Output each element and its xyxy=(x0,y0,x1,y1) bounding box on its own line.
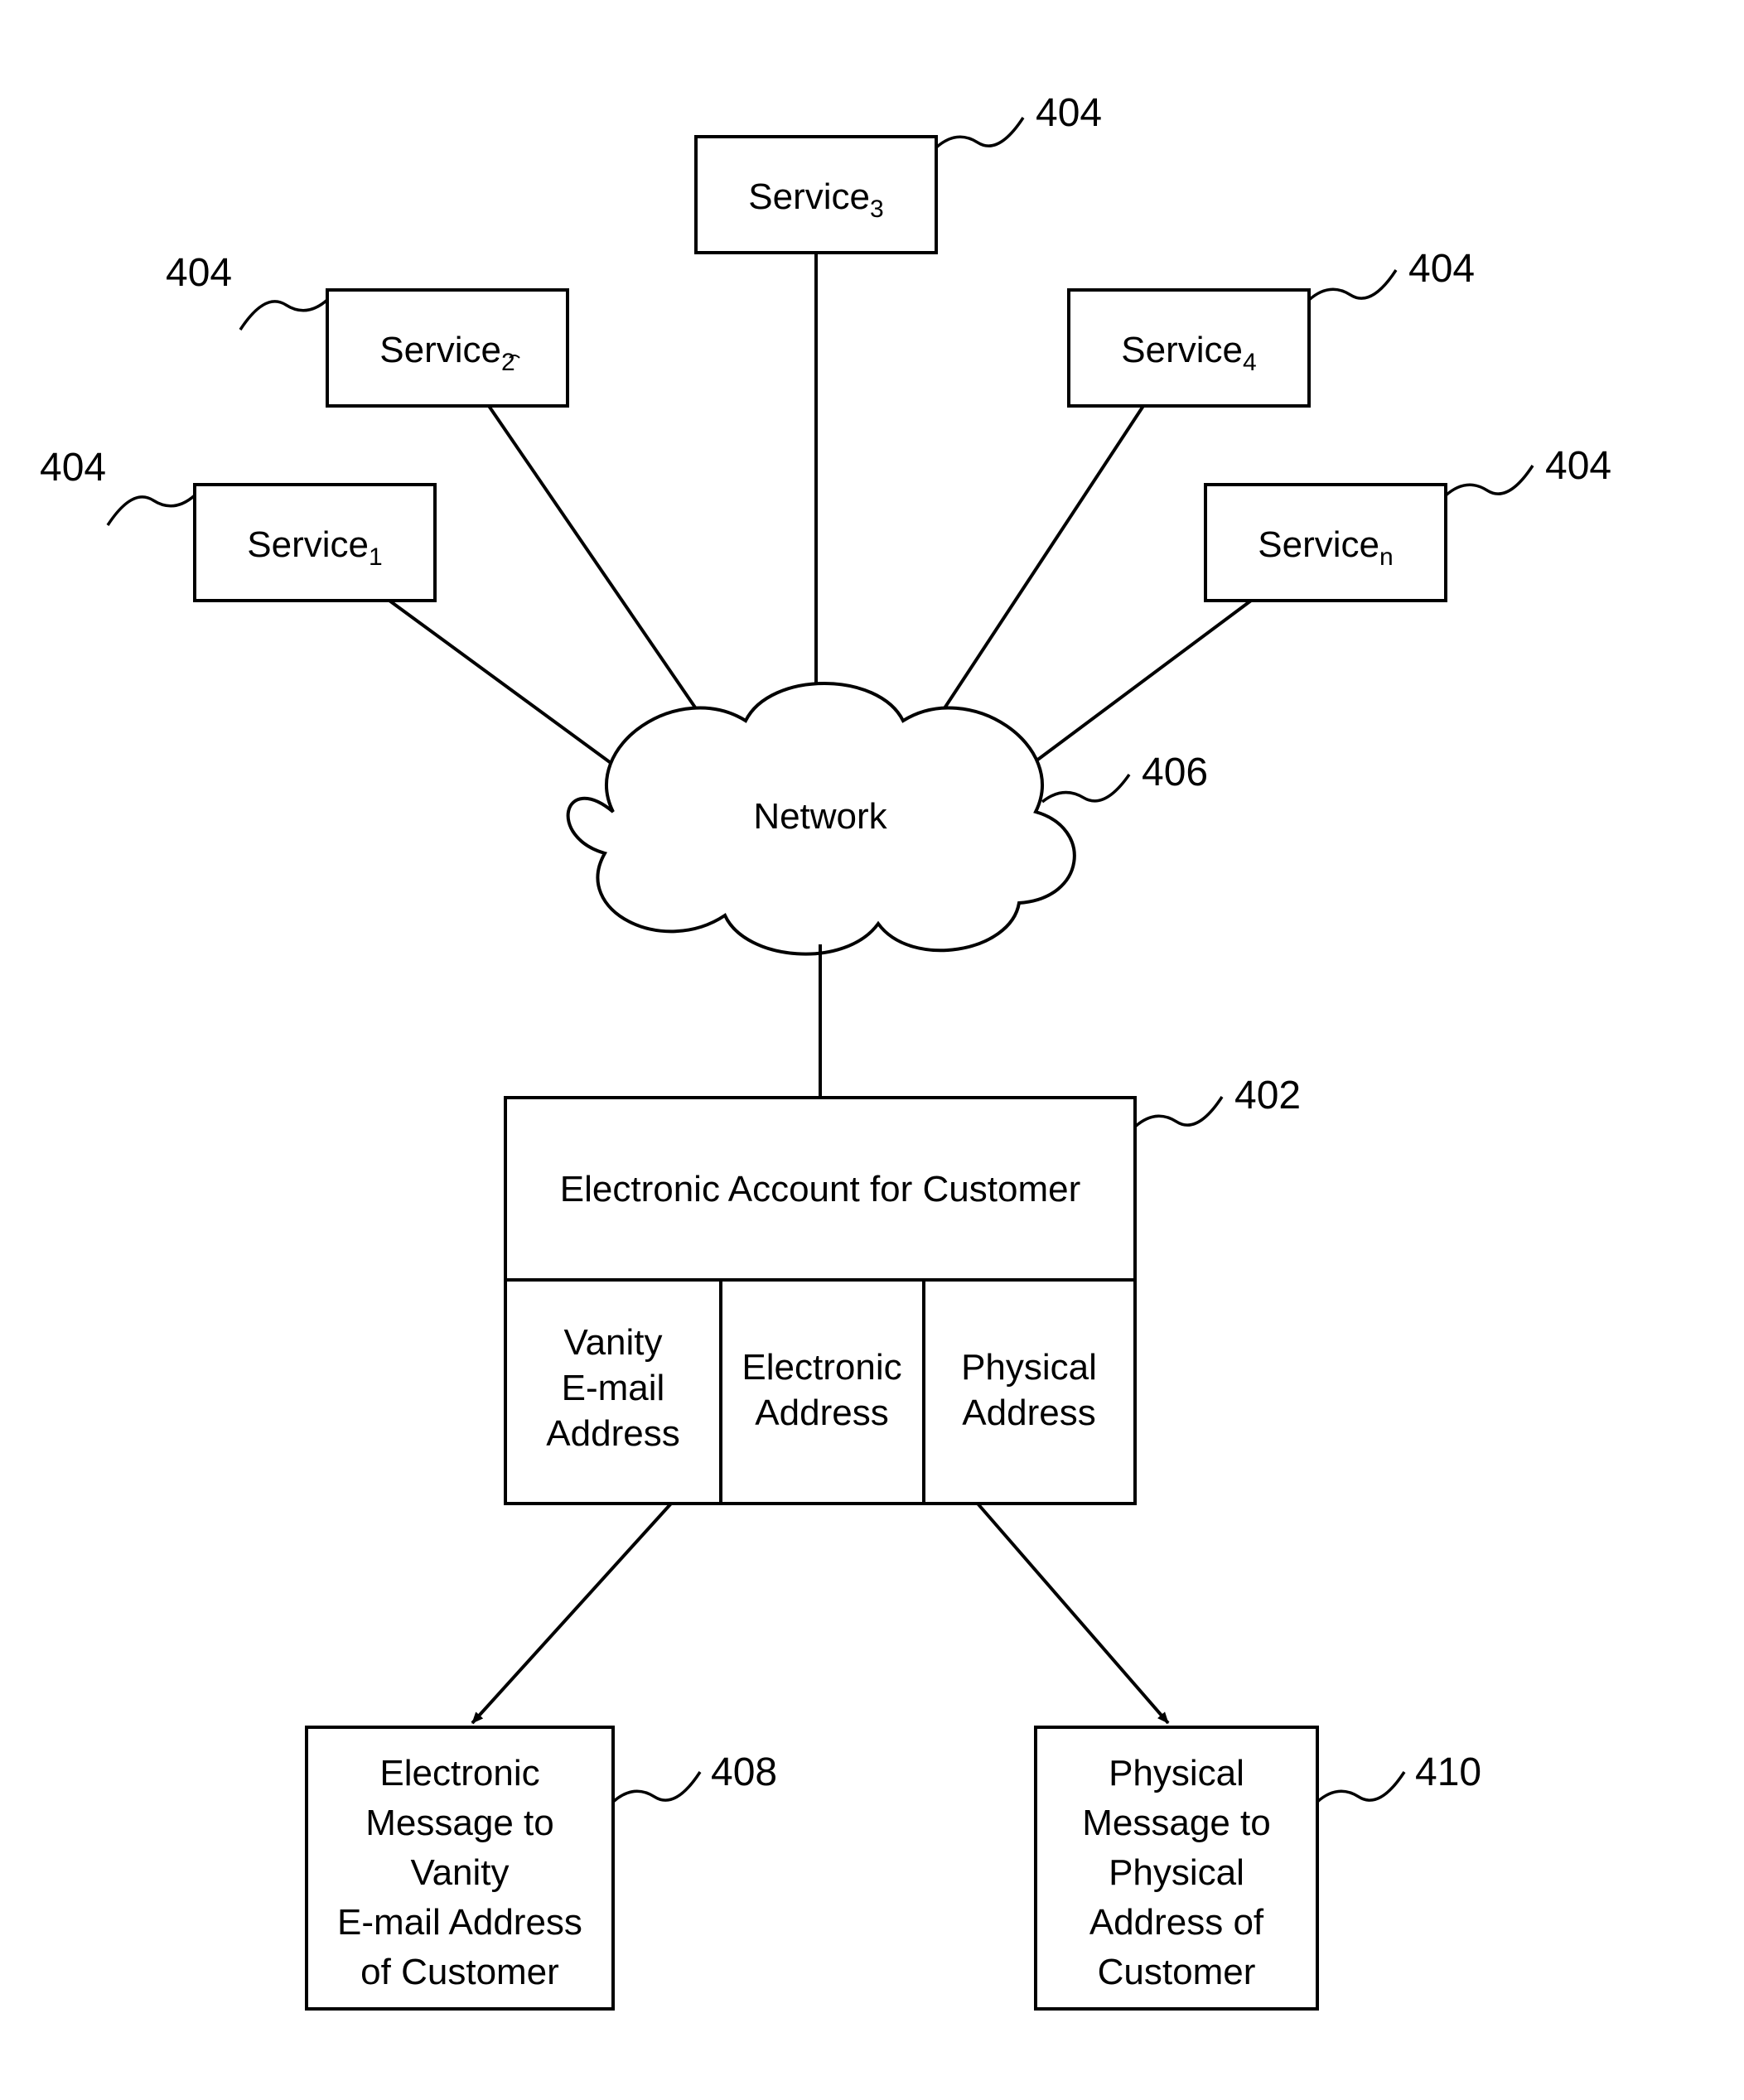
arrow-to-physical-msg xyxy=(978,1504,1168,1723)
account-col1-l2: E-mail xyxy=(562,1368,665,1408)
account-ref: 402 xyxy=(1234,1074,1301,1118)
physical-ref-leader xyxy=(1317,1772,1404,1802)
diagram-canvas: Service3 404 Service2 404 Service4 404 S… xyxy=(0,0,1744,2100)
physical-l1: Physical xyxy=(1109,1753,1244,1793)
service-2-ref: 404 xyxy=(166,251,232,295)
svg-text:Service3: Service3 xyxy=(748,176,883,223)
email-l3: Vanity xyxy=(410,1852,509,1893)
arrow-to-email-msg xyxy=(472,1504,671,1723)
service-n-label: Service xyxy=(1258,524,1379,565)
service-3-ref: 404 xyxy=(1036,91,1102,135)
service-1-ref: 404 xyxy=(40,446,106,490)
line-s1-cloud xyxy=(389,601,638,783)
service-1-box: Service1 xyxy=(195,485,435,601)
service-2-label: Service xyxy=(379,330,501,370)
account-col2-l1: Electronic xyxy=(742,1347,901,1388)
line-s2-cloud xyxy=(489,406,704,721)
service-2-ref-leader xyxy=(240,300,327,330)
email-l5: of Customer xyxy=(360,1952,559,1992)
service-4-sub: 4 xyxy=(1243,349,1257,376)
service-n-sub: n xyxy=(1379,543,1394,571)
service-n-ref: 404 xyxy=(1545,444,1611,488)
network-ref-leader xyxy=(1042,775,1129,802)
svg-text:Service1: Service1 xyxy=(247,524,382,571)
service-2-sub: 2 xyxy=(501,349,515,376)
email-ref: 408 xyxy=(711,1750,777,1794)
account-col1-l1: Vanity xyxy=(563,1322,662,1363)
service-3-sub: 3 xyxy=(870,196,884,223)
svg-text:Service2: Service2 xyxy=(379,330,515,376)
physical-l5: Customer xyxy=(1098,1952,1256,1992)
service-4-label: Service xyxy=(1121,330,1243,370)
service-2-box: Service2 xyxy=(327,290,568,406)
service-n-box: Servicen xyxy=(1205,485,1446,601)
line-s4-cloud xyxy=(936,406,1143,721)
service-1-label: Service xyxy=(247,524,369,565)
account-col3-l1: Physical xyxy=(961,1347,1097,1388)
service-3-box: Service3 xyxy=(696,137,936,253)
service-4-box: Service4 xyxy=(1069,290,1309,406)
email-message-box: Electronic Message to Vanity E-mail Addr… xyxy=(307,1727,613,2009)
account-col3-l2: Address xyxy=(962,1393,1095,1433)
network-ref: 406 xyxy=(1142,751,1208,794)
svg-text:Servicen: Servicen xyxy=(1258,524,1393,571)
line-sn-cloud xyxy=(1007,601,1251,783)
physical-l4: Address of xyxy=(1089,1902,1264,1943)
svg-text:Service4: Service4 xyxy=(1121,330,1256,376)
email-l2: Message to xyxy=(365,1803,553,1843)
service-3-ref-leader xyxy=(936,118,1023,147)
physical-l3: Physical xyxy=(1109,1852,1244,1893)
service-3-label: Service xyxy=(748,176,870,217)
service-1-ref-leader xyxy=(108,495,195,525)
account-col1-l3: Address xyxy=(546,1413,679,1454)
service-1-sub: 1 xyxy=(369,543,383,571)
network-cloud: Network xyxy=(568,683,1075,954)
service-n-ref-leader xyxy=(1446,466,1533,495)
account-title: Electronic Account for Customer xyxy=(560,1169,1080,1209)
physical-message-box: Physical Message to Physical Address of … xyxy=(1036,1727,1317,2009)
email-l4: E-mail Address xyxy=(337,1902,582,1943)
service-4-ref-leader xyxy=(1309,270,1396,300)
email-l1: Electronic xyxy=(379,1753,539,1793)
email-ref-leader xyxy=(613,1772,700,1802)
physical-l2: Message to xyxy=(1082,1803,1270,1843)
physical-ref: 410 xyxy=(1415,1750,1481,1794)
network-label: Network xyxy=(753,796,887,837)
account-col2-l2: Address xyxy=(755,1393,888,1433)
service-4-ref: 404 xyxy=(1408,247,1475,291)
account-ref-leader xyxy=(1135,1097,1222,1127)
account-block: Electronic Account for Customer Vanity E… xyxy=(505,1098,1135,1504)
